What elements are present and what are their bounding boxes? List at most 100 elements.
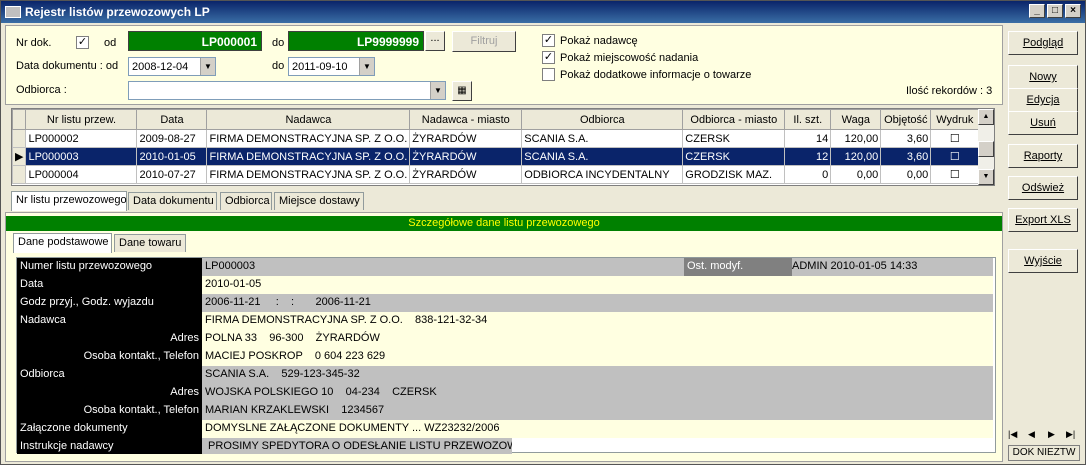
column-header[interactable]: Nadawca bbox=[206, 109, 411, 130]
odswiez-button[interactable]: Odśwież bbox=[1008, 176, 1078, 200]
prev-record-icon[interactable]: ◀ bbox=[1028, 429, 1035, 440]
table-header-row: Nr listu przew. Data Nadawca Nadawca - m… bbox=[11, 109, 980, 130]
modified-value: ADMIN 2010-01-05 14:33 bbox=[792, 260, 918, 272]
cell-szt[interactable]: 12 bbox=[784, 147, 832, 166]
cell-nadawca[interactable]: FIRMA DEMONSTRACYJNA SP. Z O.O. bbox=[206, 165, 411, 184]
nr-do-input[interactable]: LP9999999 bbox=[288, 31, 424, 51]
date-from-select[interactable]: 2008-12-04 ▼ bbox=[128, 57, 216, 76]
indicator-header bbox=[11, 109, 27, 130]
filtruj-button[interactable]: Filtruj bbox=[452, 31, 516, 52]
cell-szt[interactable]: 14 bbox=[784, 129, 832, 148]
nr-od-input[interactable]: LP000001 bbox=[128, 31, 262, 51]
opt-towar-checkbox[interactable] bbox=[542, 68, 555, 81]
cell-odbiorca-miasto[interactable]: CZERSK bbox=[682, 147, 786, 166]
column-header[interactable]: Objętość bbox=[880, 109, 932, 130]
nr-dok-checkbox[interactable]: ✓ bbox=[76, 36, 89, 49]
last-record-icon[interactable]: ▶| bbox=[1066, 429, 1075, 440]
tab-dane-podstawowe[interactable]: Dane podstawowe bbox=[13, 233, 112, 253]
raporty-button[interactable]: Raporty bbox=[1008, 144, 1078, 168]
cell-wydruk-checkbox[interactable]: ☐ bbox=[930, 147, 980, 166]
browse-button[interactable]: ... bbox=[425, 31, 445, 51]
cell-waga[interactable]: 0,00 bbox=[830, 165, 882, 184]
wyjscie-button[interactable]: Wyjście bbox=[1008, 249, 1078, 273]
table-scrollbar[interactable]: ▲ ▼ bbox=[978, 109, 994, 185]
record-navigator: |◀ ◀ ▶ ▶| bbox=[1008, 429, 1080, 443]
scroll-up-icon[interactable]: ▲ bbox=[978, 109, 994, 125]
detail-label: Nadawca bbox=[17, 312, 202, 330]
detail-value: MACIEJ POSKROP 0 604 223 629 bbox=[202, 348, 993, 366]
close-button[interactable]: × bbox=[1065, 4, 1081, 18]
cell-odbiorca-miasto[interactable]: GRODZISK MAZ. bbox=[682, 165, 786, 184]
column-header[interactable]: Waga bbox=[830, 109, 882, 130]
window-title: Rejestr listów przewozowych LP bbox=[25, 5, 210, 19]
cell-wydruk-checkbox[interactable]: ☐ bbox=[930, 165, 980, 184]
table-row-selected[interactable]: ▶ LP000003 2010-01-05 FIRMA DEMONSTRACYJ… bbox=[11, 147, 980, 166]
tab-data-dokumentu[interactable]: Data dokumentu bbox=[128, 192, 217, 210]
cell-data[interactable]: 2010-01-05 bbox=[136, 147, 208, 166]
table-row[interactable]: LP000002 2009-08-27 FIRMA DEMONSTRACYJNA… bbox=[11, 129, 980, 148]
do-label: do bbox=[272, 37, 285, 49]
scroll-down-icon[interactable]: ▼ bbox=[978, 169, 994, 185]
maximize-button[interactable]: □ bbox=[1047, 4, 1063, 18]
cell-nadawca[interactable]: FIRMA DEMONSTRACYJNA SP. Z O.O. bbox=[206, 147, 411, 166]
column-header[interactable]: Il. szt. bbox=[784, 109, 832, 130]
cell-nr[interactable]: LP000003 bbox=[25, 147, 138, 166]
detail-label: Załączone dokumenty bbox=[17, 420, 202, 438]
opt-miejscowosc-checkbox[interactable]: ✓ bbox=[542, 51, 555, 64]
chevron-down-icon: ▼ bbox=[430, 82, 445, 99]
minimize-button[interactable]: _ bbox=[1029, 4, 1045, 18]
cell-objetosc[interactable]: 0,00 bbox=[880, 165, 932, 184]
cell-nadawca-miasto[interactable]: ŻYRARDÓW bbox=[409, 165, 523, 184]
chevron-down-icon: ▼ bbox=[359, 58, 374, 75]
od-label: od bbox=[104, 37, 117, 49]
app-icon bbox=[5, 6, 21, 18]
opt-miejscowosc-label: Pokaż miejscowość nadania bbox=[560, 52, 699, 64]
cell-objetosc[interactable]: 3,60 bbox=[880, 129, 932, 148]
tab-nr-listu[interactable]: Nr listu przewozowego bbox=[11, 191, 127, 211]
odbiorca-select[interactable]: ▼ bbox=[128, 81, 446, 100]
cell-szt[interactable]: 0 bbox=[784, 165, 832, 184]
cell-nr[interactable]: LP000004 bbox=[25, 165, 138, 184]
export-xls-button[interactable]: Export XLS bbox=[1008, 208, 1078, 232]
scroll-thumb[interactable] bbox=[978, 141, 994, 157]
cell-nr[interactable]: LP000002 bbox=[25, 129, 138, 148]
waybill-table[interactable]: Nr listu przew. Data Nadawca Nadawca - m… bbox=[11, 108, 995, 186]
cell-data[interactable]: 2009-08-27 bbox=[136, 129, 208, 148]
column-header[interactable]: Wydruk bbox=[930, 109, 980, 130]
detail-value: DOMYSLNE ZAŁĄCZONE DOKUMENTY ... WZ23232… bbox=[202, 420, 993, 438]
cell-wydruk-checkbox[interactable]: ☐ bbox=[930, 129, 980, 148]
date-from-value: 2008-12-04 bbox=[132, 61, 189, 73]
row-indicator: ▶ bbox=[11, 147, 27, 166]
tab-odbiorca[interactable]: Odbiorca bbox=[220, 192, 272, 210]
opt-nadawca-checkbox[interactable]: ✓ bbox=[542, 34, 555, 47]
detail-label: Osoba kontakt., Telefon bbox=[17, 348, 202, 366]
column-header[interactable]: Nr listu przew. bbox=[25, 109, 138, 130]
cell-odbiorca[interactable]: ODBIORCA INCYDENTALNY bbox=[521, 165, 684, 184]
cell-nadawca[interactable]: FIRMA DEMONSTRACYJNA SP. Z O.O. bbox=[206, 129, 411, 148]
cell-waga[interactable]: 120,00 bbox=[830, 129, 882, 148]
date-to-select[interactable]: 2011-09-10 ▼ bbox=[288, 57, 375, 76]
cell-objetosc[interactable]: 3,60 bbox=[880, 147, 932, 166]
opt-towar-label: Pokaż dodatkowe informacje o towarze bbox=[560, 69, 752, 81]
cell-odbiorca[interactable]: SCANIA S.A. bbox=[521, 129, 684, 148]
tab-miejsce-dostawy[interactable]: Miejsce dostawy bbox=[274, 192, 364, 210]
first-record-icon[interactable]: |◀ bbox=[1008, 429, 1017, 440]
cell-nadawca-miasto[interactable]: ŻYRARDÓW bbox=[409, 147, 523, 166]
column-header[interactable]: Odbiorca - miasto bbox=[682, 109, 786, 130]
edycja-button[interactable]: Edycja bbox=[1008, 88, 1078, 112]
column-header[interactable]: Odbiorca bbox=[521, 109, 684, 130]
column-header[interactable]: Data bbox=[136, 109, 208, 130]
podglad-button[interactable]: Podgląd bbox=[1008, 31, 1078, 55]
usun-button[interactable]: Usuń bbox=[1008, 111, 1078, 135]
cell-odbiorca-miasto[interactable]: CZERSK bbox=[682, 129, 786, 148]
cell-odbiorca[interactable]: SCANIA S.A. bbox=[521, 147, 684, 166]
cell-waga[interactable]: 120,00 bbox=[830, 147, 882, 166]
next-record-icon[interactable]: ▶ bbox=[1048, 429, 1055, 440]
tab-dane-towaru[interactable]: Dane towaru bbox=[114, 234, 186, 252]
column-header[interactable]: Nadawca - miasto bbox=[409, 109, 523, 130]
table-row[interactable]: LP000004 2010-07-27 FIRMA DEMONSTRACYJNA… bbox=[11, 165, 980, 184]
lookup-icon[interactable]: ▦ bbox=[452, 81, 472, 101]
nowy-button[interactable]: Nowy bbox=[1008, 65, 1078, 89]
cell-data[interactable]: 2010-07-27 bbox=[136, 165, 208, 184]
cell-nadawca-miasto[interactable]: ŻYRARDÓW bbox=[409, 129, 523, 148]
